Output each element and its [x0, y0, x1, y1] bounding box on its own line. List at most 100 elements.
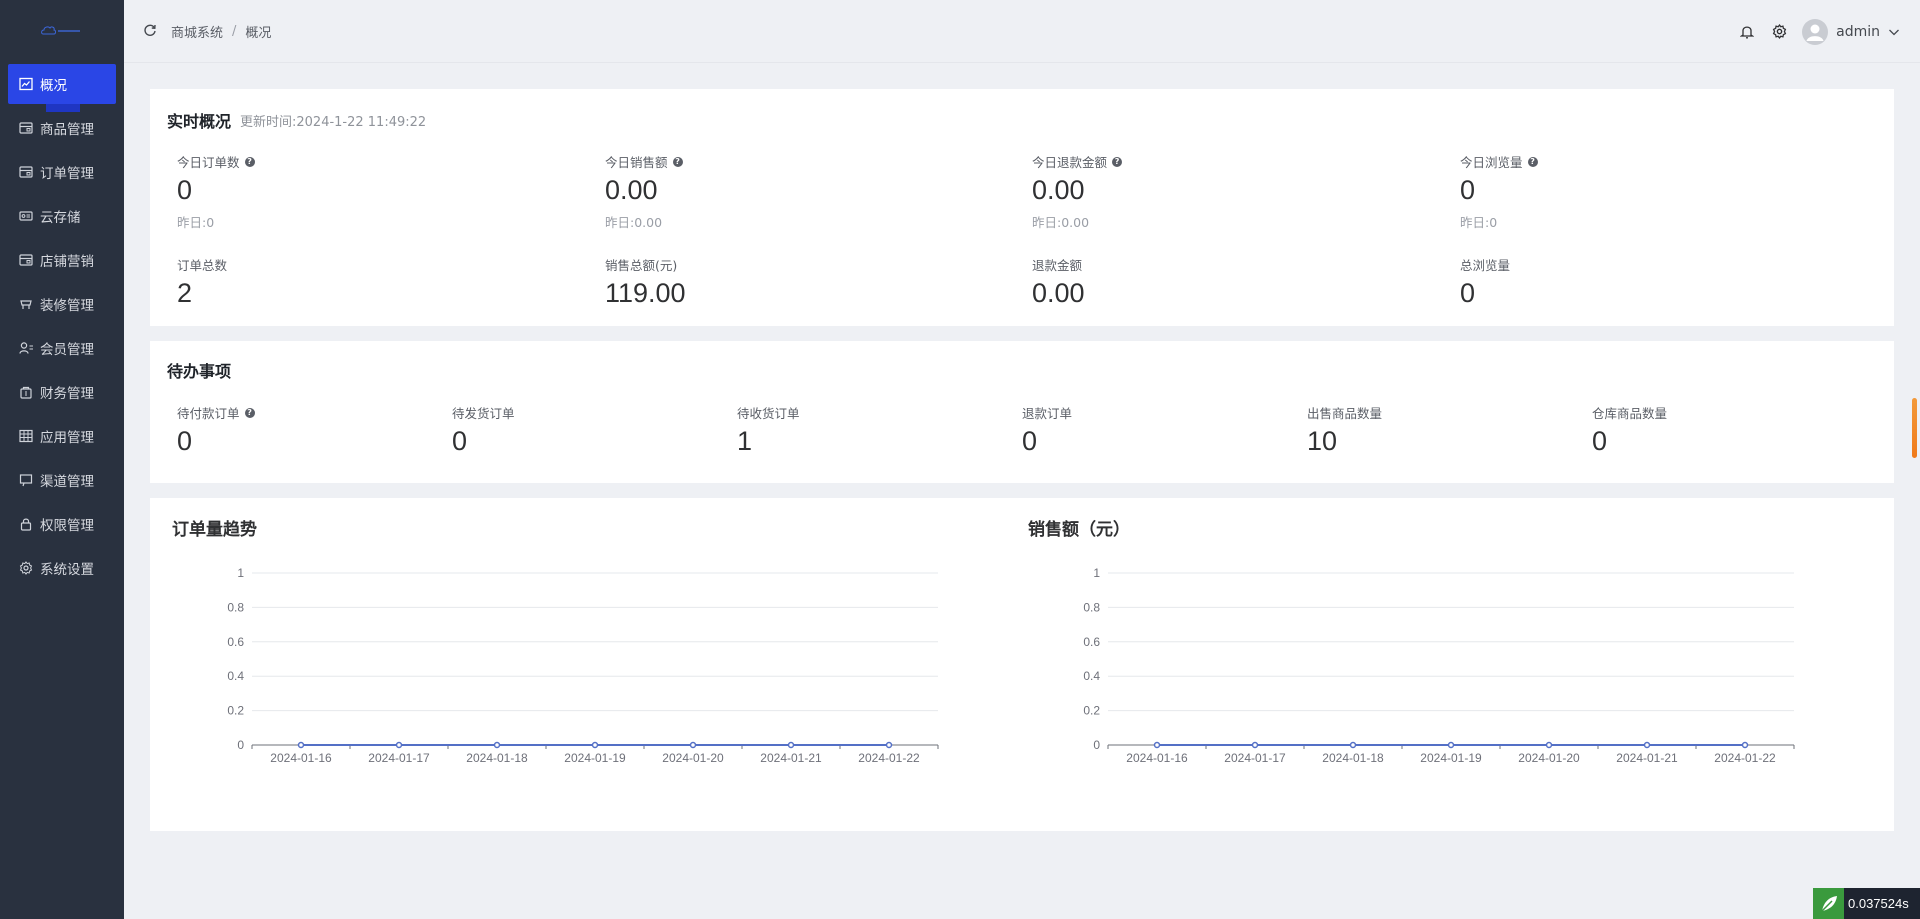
avatar[interactable]	[1802, 18, 1829, 45]
todo-value: 10	[1307, 426, 1338, 456]
sidebar-item-apps[interactable]: 应用管理	[8, 416, 116, 456]
data-point	[885, 741, 893, 749]
card-title: 待办事项	[167, 362, 232, 381]
todo-value: 0	[452, 426, 468, 456]
sidebar-item-label: 云存储	[40, 210, 81, 226]
x-tick-label: 2024-01-17	[1224, 751, 1286, 765]
todo-value: 0	[1592, 426, 1608, 456]
sidebar-item-settings[interactable]: 系统设置	[8, 548, 116, 588]
bell-icon[interactable]	[1738, 23, 1756, 41]
sidebar-item-label: 概况	[40, 78, 67, 94]
x-tick-label: 2024-01-21	[760, 751, 822, 765]
data-point	[689, 741, 697, 749]
stat-value: 0.00	[605, 175, 658, 205]
stat-today-views: 今日浏览量? 0 昨日:0	[1460, 152, 1538, 231]
y-tick-label: 0.8	[227, 600, 244, 614]
data-point	[1251, 741, 1259, 749]
channel-icon	[18, 472, 34, 488]
data-point	[297, 741, 305, 749]
order-trend-chart: 0 0.2 0.4 0.6 0.8 1 2024-01-16 2024-01-17 2024-0…	[227, 566, 939, 765]
x-tick-label: 2024-01-16	[1126, 751, 1188, 765]
sidebar-item-members[interactable]: 会员管理	[8, 328, 116, 368]
todo-item[interactable]: 待发货订单 0	[452, 403, 515, 457]
x-tick-label: 2024-01-19	[1420, 751, 1482, 765]
y-tick-label: 1	[1093, 566, 1100, 580]
stat-yesterday: 昨日:0	[177, 215, 215, 230]
help-icon[interactable]: ?	[672, 156, 683, 167]
x-tick-label: 2024-01-20	[662, 751, 724, 765]
help-icon[interactable]: ?	[244, 407, 255, 418]
stat-value: 0.00	[1032, 278, 1085, 308]
charts-card: 订单量趋势 0 0.2 0.4 0.6 0.8 1 2024-01-16 2024-01-17…	[150, 498, 1894, 831]
header-actions: admin	[1724, 0, 1900, 63]
help-icon[interactable]: ?	[244, 156, 255, 167]
todo-item[interactable]: 仓库商品数量 0	[1592, 403, 1667, 457]
sales-chart: 0 0.2 0.4 0.6 0.8 1 2024-01-16 2024-01-17 2024-0…	[1083, 566, 1795, 765]
sidebar-item-permissions[interactable]: 权限管理	[8, 504, 116, 544]
x-tick-label: 2024-01-17	[368, 751, 430, 765]
stat-label: 今日订单数	[177, 155, 240, 170]
sidebar-item-channels[interactable]: 渠道管理	[8, 460, 116, 500]
breadcrumb-item[interactable]: 商城系统	[171, 22, 223, 41]
sidebar-item-label: 应用管理	[40, 430, 94, 446]
data-point	[787, 741, 795, 749]
x-tick-label: 2024-01-21	[1616, 751, 1678, 765]
help-icon[interactable]: ?	[1112, 156, 1123, 167]
stat-yesterday: 昨日:0.00	[605, 215, 663, 230]
scrollbar-thumb[interactable]	[1912, 398, 1917, 458]
stat-value: 2	[177, 278, 193, 308]
sidebar-item-orders[interactable]: 订单管理	[8, 152, 116, 192]
username[interactable]: admin	[1836, 24, 1880, 40]
x-tick-label: 2024-01-18	[1322, 751, 1384, 765]
stat-label: 今日浏览量	[1460, 155, 1523, 170]
data-point	[591, 741, 599, 749]
x-tick-label: 2024-01-16	[270, 751, 332, 765]
stat-total-refund: 退款金额 0.00	[1032, 255, 1085, 309]
gear-icon[interactable]	[1770, 23, 1788, 41]
perf-badge: 0.037524s	[1813, 888, 1920, 919]
sidebar-item-label: 财务管理	[40, 386, 94, 402]
breadcrumb: 商城系统 / 概况	[171, 22, 271, 41]
stat-label: 今日退款金额	[1032, 155, 1108, 170]
todo-value: 1	[737, 426, 753, 456]
todo-card: 待办事项 待付款订单? 0 待发货订单 0 待收货订单 1 退款订单 0 出售商…	[150, 341, 1894, 483]
stat-label: 今日销售额	[605, 155, 668, 170]
todo-value: 0	[1022, 426, 1038, 456]
sidebar-item-overview[interactable]: 概况	[8, 64, 116, 112]
sidebar-item-decoration[interactable]: 装修管理	[8, 284, 116, 324]
todo-label: 出售商品数量	[1307, 406, 1383, 421]
y-tick-label: 0.4	[227, 669, 244, 683]
sidebar-item-goods[interactable]: 商品管理	[8, 108, 116, 148]
todo-label: 待收货订单	[737, 406, 800, 421]
todo-item[interactable]: 退款订单 0	[1022, 403, 1072, 457]
chevron-down-icon[interactable]	[1888, 26, 1900, 38]
breadcrumb-current: 概况	[245, 25, 272, 41]
todo-label: 待发货订单	[452, 406, 515, 421]
stat-value: 0	[177, 175, 193, 205]
stat-value: 119.00	[605, 278, 686, 308]
stat-yesterday: 昨日:0.00	[1032, 215, 1090, 230]
stat-total-sales: 销售总额(元) 119.00	[605, 255, 686, 309]
y-tick-label: 0.2	[227, 704, 244, 718]
logo[interactable]	[0, 0, 124, 62]
stat-label: 总浏览量	[1460, 258, 1511, 273]
breadcrumb-separator: /	[232, 23, 237, 39]
y-tick-label: 0	[237, 738, 244, 752]
x-tick-label: 2024-01-18	[466, 751, 528, 765]
member-icon	[18, 340, 34, 356]
todo-item[interactable]: 待收货订单 1	[737, 403, 800, 457]
sidebar-item-label: 系统设置	[40, 562, 94, 578]
sidebar-item-cloud-storage[interactable]: 云存储	[8, 196, 116, 236]
sidebar-item-finance[interactable]: 财务管理	[8, 372, 116, 412]
todo-item[interactable]: 待付款订单? 0	[177, 403, 255, 457]
todo-label: 待付款订单	[177, 406, 240, 421]
refresh-icon[interactable]	[143, 23, 159, 39]
todo-item[interactable]: 出售商品数量 10	[1307, 403, 1382, 457]
stat-yesterday: 昨日:0	[1460, 215, 1498, 230]
sidebar: 概况 商品管理 订单管理 云存储 店铺营销 装修管理 会员管理 财务管理 应用管…	[0, 0, 124, 919]
help-icon[interactable]: ?	[1527, 156, 1538, 167]
y-tick-label: 0.2	[1083, 704, 1100, 718]
sidebar-item-marketing[interactable]: 店铺营销	[8, 240, 116, 280]
stat-value: 0	[1460, 278, 1476, 308]
sidebar-item-label: 订单管理	[40, 166, 94, 182]
